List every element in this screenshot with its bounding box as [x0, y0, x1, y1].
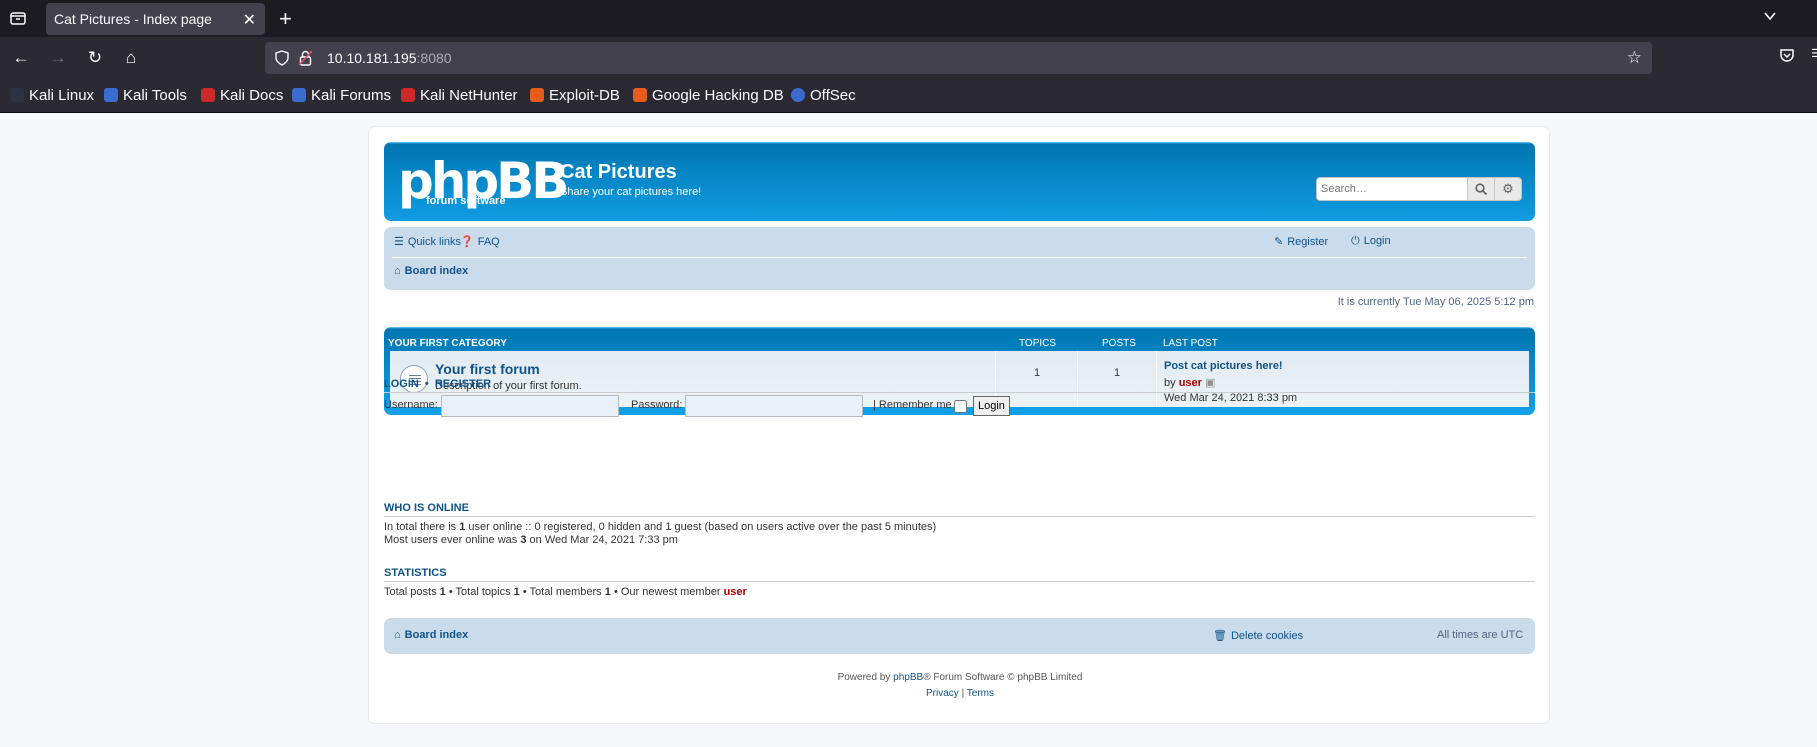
pocket-icon[interactable] — [1779, 47, 1795, 66]
search-icon[interactable] — [1467, 177, 1495, 201]
username-field[interactable] — [441, 395, 619, 417]
page-wrap: phpBB forum software Cat Pictures Share … — [368, 126, 1550, 724]
site-title: Cat Pictures — [560, 161, 677, 183]
shield-icon[interactable] — [275, 50, 289, 69]
search-input[interactable] — [1316, 177, 1468, 201]
url-bar[interactable]: 10.10.181.195:8080 ☆ — [265, 42, 1652, 74]
remember-me-label: | Remember me — [873, 399, 952, 411]
kali-docs-icon — [201, 88, 215, 102]
statistics-heading: STATISTICS — [384, 567, 1535, 582]
forum-title-link[interactable]: Your first forum — [435, 361, 540, 377]
login-link[interactable]: ⏻ Login — [1351, 235, 1391, 248]
home-icon: ⌂ — [394, 629, 401, 641]
browser-nav-bar: ← → ↻ ⌂ 10.10.181.195:8080 ☆ ☰ — [0, 37, 1817, 79]
bookmark-kali-forums[interactable]: Kali Forums — [292, 87, 391, 104]
col-posts-header: POSTS — [1102, 338, 1136, 349]
offsec-icon — [791, 88, 805, 102]
powered-by: Powered by phpBB® Forum Software © phpBB… — [837, 672, 1083, 683]
quick-links-menu[interactable]: ☰ Quick links — [394, 235, 461, 248]
terms-link[interactable]: Terms — [967, 688, 994, 699]
bookmark-kali-linux[interactable]: Kali Linux — [10, 87, 94, 104]
who-is-online-link[interactable]: WHO IS ONLINE — [384, 502, 469, 514]
power-icon: ⏻ — [1351, 235, 1360, 247]
ghdb-icon — [633, 88, 647, 102]
login-heading: LOGIN • REGISTER — [384, 378, 1535, 393]
kali-tools-icon — [104, 88, 118, 102]
home-icon[interactable]: ⌂ — [120, 47, 142, 69]
edit-icon: ✎ — [1274, 236, 1284, 248]
online-summary: In total there is 1 user online :: 0 reg… — [384, 521, 937, 533]
bookmark-google-hacking-db[interactable]: Google Hacking DB — [633, 87, 784, 104]
bookmark-exploit-db[interactable]: Exploit-DB — [530, 87, 620, 104]
footer-board-index[interactable]: ⌂ Board index — [394, 629, 468, 641]
col-topics-header: TOPICS — [1019, 338, 1057, 349]
footer-nav: ⌂ Board index 🗑 Delete cookies All times a… — [384, 618, 1535, 654]
forum-icon-line — [409, 375, 421, 376]
forward-icon[interactable]: → — [47, 47, 69, 69]
bookmark-star-icon[interactable]: ☆ — [1627, 48, 1642, 68]
breadcrumb-board-index[interactable]: ⌂ Board index — [394, 265, 468, 277]
category-name[interactable]: YOUR FIRST CATEGORY — [388, 338, 507, 349]
back-icon[interactable]: ← — [10, 47, 32, 69]
statistics-line: Total posts 1 • Total topics 1 • Total m… — [384, 586, 747, 598]
delete-cookies-link[interactable]: 🗑 Delete cookies — [1213, 629, 1303, 642]
new-tab-icon[interactable]: + — [279, 6, 292, 32]
last-post-link[interactable]: Post cat pictures here! — [1164, 360, 1283, 372]
password-field[interactable] — [685, 395, 863, 417]
faq-link[interactable]: ❓ FAQ — [460, 235, 500, 248]
overflow-menu-icon[interactable]: ☰ — [1811, 47, 1817, 60]
kali-dragon-icon — [10, 88, 24, 102]
gear-icon[interactable]: ⚙ — [1494, 177, 1522, 201]
bookmark-kali-nethunter[interactable]: Kali NetHunter — [401, 87, 518, 104]
remember-me-checkbox[interactable] — [954, 400, 967, 413]
chevron-down-icon[interactable] — [1763, 9, 1777, 26]
url-host: 10.10.181.195 — [327, 50, 417, 66]
trash-icon: 🗑 — [1213, 630, 1227, 642]
login-button[interactable]: Login — [973, 396, 1010, 416]
footer-links: Privacy | Terms — [925, 688, 995, 699]
logo-subtitle: forum software — [426, 195, 506, 207]
bookmarks-toolbar: Kali Linux Kali Tools Kali Docs Kali For… — [0, 79, 1817, 113]
reload-icon[interactable]: ↻ — [84, 47, 106, 69]
register-heading-link[interactable]: REGISTER — [435, 378, 491, 390]
bookmark-offsec[interactable]: OffSec — [791, 87, 856, 104]
url-port: :8080 — [416, 50, 452, 66]
url-text: 10.10.181.195:8080 — [327, 50, 452, 66]
close-icon[interactable]: ✕ — [243, 10, 256, 30]
heading-separator: • — [424, 378, 429, 390]
who-is-online-heading: WHO IS ONLINE — [384, 502, 1535, 517]
question-icon: ❓ — [460, 236, 474, 248]
bookmark-kali-docs[interactable]: Kali Docs — [201, 87, 283, 104]
browser-tab-bar: Cat Pictures - Index page ✕ + — [0, 0, 1817, 37]
kali-forums-icon — [292, 88, 306, 102]
nethunter-icon — [401, 88, 415, 102]
privacy-link[interactable]: Privacy — [926, 688, 959, 699]
search-box: ⚙ — [1316, 177, 1524, 201]
online-record: Most users ever online was 3 on Wed Mar … — [384, 534, 678, 546]
site-description: Share your cat pictures here! — [560, 186, 702, 198]
site-header: phpBB forum software Cat Pictures Share … — [384, 142, 1535, 221]
register-link[interactable]: ✎ Register — [1274, 235, 1328, 248]
tab-list-icon[interactable] — [9, 9, 27, 27]
exploit-db-icon — [530, 88, 544, 102]
password-label: Password: — [631, 399, 683, 411]
tab-title: Cat Pictures - Index page — [54, 11, 212, 27]
col-last-post-header: LAST POST — [1163, 338, 1218, 349]
username-label: Username: — [384, 399, 438, 411]
last-post-date: Wed Mar 24, 2021 8:33 pm — [1164, 392, 1298, 404]
nav-bar: ☰ Quick links ❓ FAQ ✎ Register ⏻ Login ⌂ Boar… — [384, 227, 1535, 290]
home-icon: ⌂ — [394, 265, 401, 277]
timezone-info: All times are UTC — [1437, 629, 1524, 641]
nav-divider — [392, 257, 1527, 258]
newest-member-link[interactable]: user — [724, 586, 747, 598]
bookmark-kali-tools[interactable]: Kali Tools — [104, 87, 187, 104]
quick-login-form: Username: Password: | Remember me Login — [384, 395, 1084, 419]
current-time: It is currently Tue May 06, 2025 5:12 pm — [1337, 296, 1534, 308]
menu-icon: ☰ — [394, 236, 404, 248]
login-heading-link[interactable]: LOGIN — [384, 378, 419, 390]
insecure-lock-icon[interactable] — [298, 50, 313, 69]
phpbb-link[interactable]: phpBB — [893, 672, 923, 683]
browser-tab[interactable]: Cat Pictures - Index page ✕ — [46, 3, 265, 35]
